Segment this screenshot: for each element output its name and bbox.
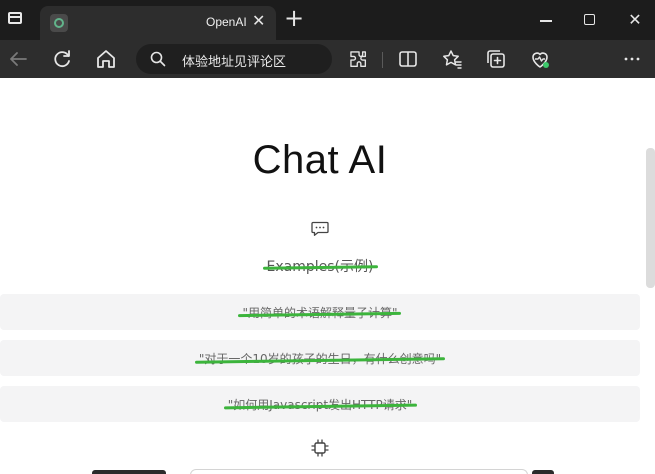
toolbar-separator [382,52,383,68]
example-card[interactable]: "用简单的术语解释量子计算" [0,294,640,330]
page-title: Chat AI [252,138,388,182]
minimize-button[interactable] [530,8,560,32]
example-text: "用简单的术语解释量子计算" [242,306,398,320]
send-button[interactable] [532,470,554,474]
examples-heading: Examples(示例) [0,256,640,276]
site-favicon-icon [50,14,68,32]
maximize-button[interactable] [574,8,604,32]
browser-window: OpenAI ✕ + ✕ 体验地址见评论区 Chat AI Examples(示… [0,0,655,474]
page-content: Chat AI Examples(示例) "用简单的术语解释量子计算" "对于一… [0,78,655,474]
address-text: 体验地址见评论区 [182,55,287,70]
examples-label: Examples(示例) [267,256,374,276]
favorites-icon[interactable] [440,47,464,71]
example-card[interactable]: "对于一个10岁的孩子的生日，有什么创意吗" [0,340,640,376]
close-icon: ✕ [628,10,642,29]
collections-icon[interactable] [484,47,508,71]
extensions-icon[interactable] [346,47,370,71]
browser-essentials-icon[interactable] [528,47,552,71]
home-icon[interactable] [94,47,118,71]
bottom-left-button[interactable] [92,470,166,474]
tab-title: OpenAI [206,15,247,29]
example-text: "如何用Javascript发出HTTP请求" [227,398,413,412]
title-bar: OpenAI ✕ + ✕ [0,0,655,40]
browser-tab[interactable]: OpenAI ✕ [40,6,276,40]
back-icon[interactable] [6,47,30,71]
address-bar[interactable]: 体验地址见评论区 [136,44,332,74]
scrollbar-thumb[interactable] [646,148,655,288]
browser-toolbar: 体验地址见评论区 [0,40,655,78]
example-text: "对于一个10岁的孩子的生日，有什么创意吗" [198,352,442,366]
more-options-icon[interactable] [620,47,644,71]
example-card[interactable]: "如何用Javascript发出HTTP请求" [0,386,640,422]
minimize-icon [540,20,552,22]
refresh-icon[interactable] [50,47,74,71]
maximize-icon [584,14,595,25]
new-tab-button[interactable]: + [284,6,304,30]
tab-actions-icon[interactable] [8,12,22,24]
cpu-icon [311,439,329,457]
close-window-button[interactable]: ✕ [620,8,650,32]
split-screen-icon[interactable] [396,47,420,71]
message-input[interactable] [190,469,528,474]
tab-close-icon[interactable]: ✕ [252,11,265,30]
chat-bubble-icon [311,221,329,236]
search-icon [150,51,166,67]
